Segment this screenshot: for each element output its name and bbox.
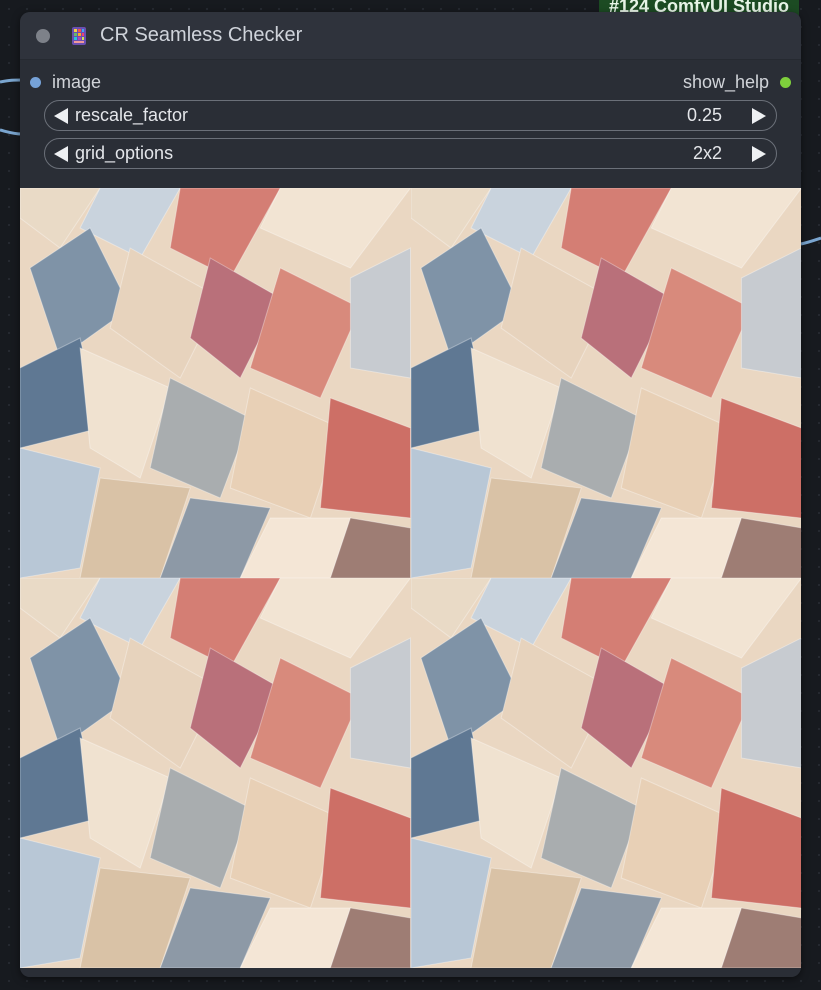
output-slot-show-help[interactable]: show_help xyxy=(683,72,791,93)
seamless-preview-image xyxy=(20,188,801,968)
node-title-bar[interactable]: CR Seamless Checker xyxy=(20,12,801,60)
rescale-factor-widget[interactable]: rescale_factor 0.25 xyxy=(44,100,777,131)
increment-arrow-icon[interactable] xyxy=(752,145,766,162)
seamless-checker-node[interactable]: CR Seamless Checker image show_help resc… xyxy=(20,12,801,977)
tile-pattern xyxy=(20,188,411,578)
widget-value[interactable]: 0.25 xyxy=(687,105,722,126)
tile-pattern xyxy=(410,578,801,968)
input-connector-dot[interactable] xyxy=(30,77,41,88)
preview-tile xyxy=(410,188,801,578)
widget-label: rescale_factor xyxy=(75,105,189,125)
increment-arrow-icon[interactable] xyxy=(752,107,766,124)
collapse-toggle[interactable] xyxy=(36,28,50,43)
tile-pattern xyxy=(20,578,411,968)
preview-tile xyxy=(20,578,411,968)
widget-value[interactable]: 2x2 xyxy=(693,143,722,164)
decrement-arrow-icon[interactable] xyxy=(54,107,68,124)
color-grid-icon xyxy=(72,26,86,45)
decrement-arrow-icon[interactable] xyxy=(54,145,68,162)
widget-label: grid_options xyxy=(75,143,174,163)
input-slot-image[interactable]: image xyxy=(30,72,101,93)
node-footer xyxy=(20,968,801,977)
preview-tile xyxy=(410,578,801,968)
output-slot-label: show_help xyxy=(682,72,769,92)
preview-tile xyxy=(20,188,411,578)
tile-pattern xyxy=(410,188,801,578)
input-slot-label: image xyxy=(52,72,102,92)
output-connector-dot[interactable] xyxy=(780,77,791,88)
grid-options-widget[interactable]: grid_options 2x2 xyxy=(44,138,777,169)
node-title: CR Seamless Checker xyxy=(100,24,303,46)
io-slots: image show_help xyxy=(20,60,801,100)
